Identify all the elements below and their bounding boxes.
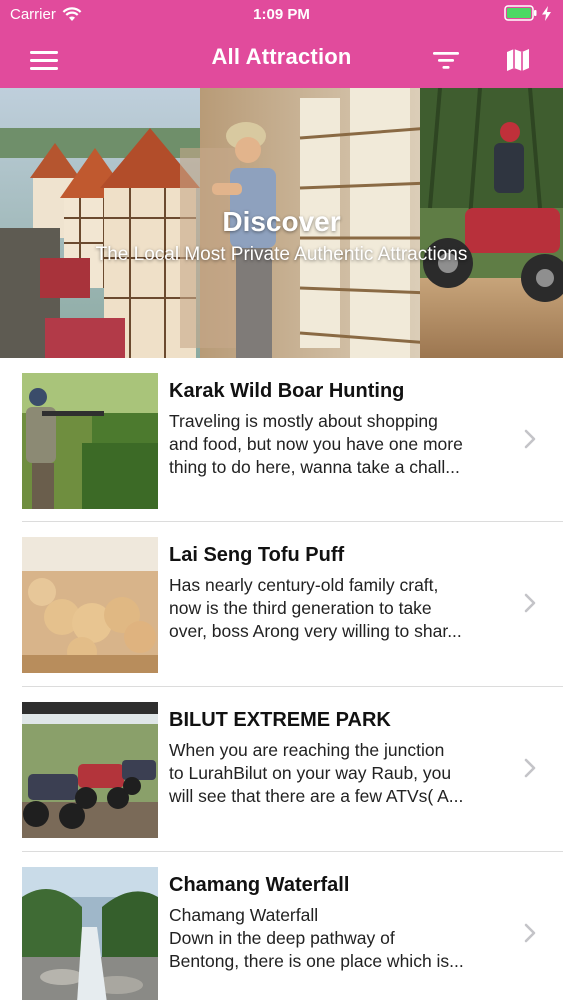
attraction-description: Traveling is mostly about shopping and f… <box>169 411 463 477</box>
attraction-description: When you are reaching the junction to Lu… <box>169 740 464 806</box>
list-item[interactable]: BILUT EXTREME PARK When you are reaching… <box>0 687 563 852</box>
attraction-title: BILUT EXTREME PARK <box>169 709 391 731</box>
battery-icon <box>504 5 537 21</box>
navigation-bar: All Attraction <box>0 30 563 88</box>
map-icon[interactable] <box>498 40 538 80</box>
hero-banner[interactable]: Discover The Local Most Private Authenti… <box>0 88 563 358</box>
hero-headline: Discover <box>222 206 341 237</box>
page-title: All Attraction <box>211 44 352 69</box>
attraction-title: Chamang Waterfall <box>169 874 350 896</box>
clock: 1:09 PM <box>253 6 310 23</box>
thumbnail-bilut-extreme-park <box>22 702 158 838</box>
chevron-right-icon <box>524 923 536 943</box>
attraction-title: Karak Wild Boar Hunting <box>169 380 405 402</box>
status-bar: Carrier 1:09 PM <box>0 0 563 30</box>
top-bar: Carrier 1:09 PM All Attraction <box>0 0 563 88</box>
battery-group <box>504 5 551 21</box>
attraction-title: Lai Seng Tofu Puff <box>169 544 345 566</box>
charging-bolt-icon <box>542 5 551 21</box>
list-item[interactable]: Chamang Waterfall Chamang Waterfall Down… <box>0 852 563 1000</box>
attraction-description: Chamang Waterfall Down in the deep pathw… <box>169 905 464 971</box>
chevron-right-icon <box>524 593 536 613</box>
chevron-right-icon <box>524 758 536 778</box>
thumbnail-chamang-waterfall <box>22 867 158 1000</box>
attraction-list: Karak Wild Boar Hunting Traveling is mos… <box>0 358 563 1000</box>
chevron-right-icon <box>524 429 536 449</box>
thumbnail-boar-hunting <box>22 373 158 509</box>
attraction-description: Has nearly century-old family craft, now… <box>169 575 462 641</box>
hero-subheadline: The Local Most Private Authentic Attract… <box>95 244 468 265</box>
filter-icon[interactable] <box>426 40 466 80</box>
list-item[interactable]: Lai Seng Tofu Puff Has nearly century-ol… <box>0 522 563 687</box>
thumbnail-tofu-puff <box>22 537 158 673</box>
list-item[interactable]: Karak Wild Boar Hunting Traveling is mos… <box>0 358 563 522</box>
